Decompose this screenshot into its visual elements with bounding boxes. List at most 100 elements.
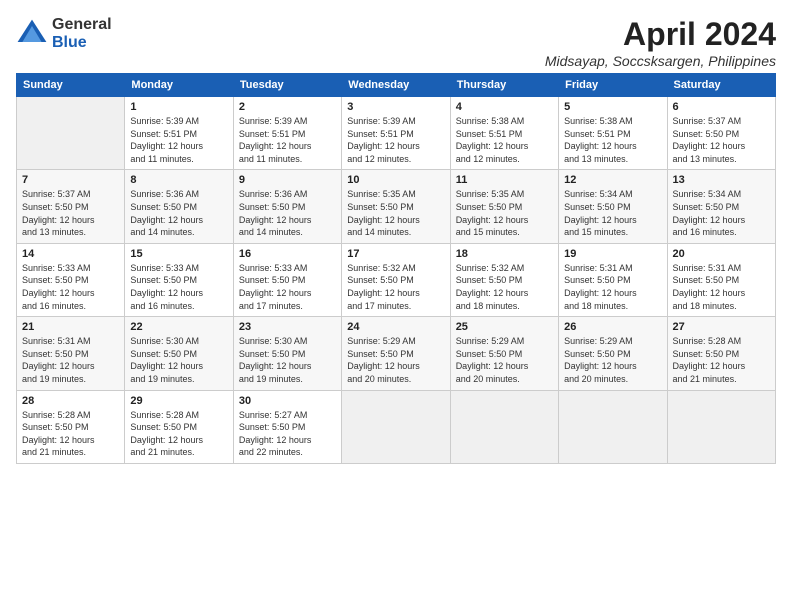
calendar-week-row: 14 Sunrise: 5:33 AM Sunset: 5:50 PM Dayli… [17,243,776,316]
logo-blue: Blue [52,34,112,52]
day-number: 12 [564,174,661,186]
day-number: 3 [347,101,444,113]
calendar-day-cell: 3 Sunrise: 5:39 AM Sunset: 5:51 PM Daylig… [342,97,450,170]
calendar-day-cell: 20 Sunrise: 5:31 AM Sunset: 5:50 PM Dayli… [667,243,775,316]
day-info: Sunrise: 5:39 AM Sunset: 5:51 PM Dayligh… [347,115,444,165]
day-number: 26 [564,321,661,333]
calendar-day-cell: 15 Sunrise: 5:33 AM Sunset: 5:50 PM Dayli… [125,243,233,316]
day-number: 13 [673,174,770,186]
calendar-day-cell [450,390,558,463]
day-info: Sunrise: 5:27 AM Sunset: 5:50 PM Dayligh… [239,409,336,459]
day-info: Sunrise: 5:28 AM Sunset: 5:50 PM Dayligh… [673,335,770,385]
logo-icon [16,18,48,50]
logo-text: General Blue [52,16,112,51]
day-number: 4 [456,101,553,113]
day-of-week-header: Friday [559,74,667,97]
calendar-day-cell: 21 Sunrise: 5:31 AM Sunset: 5:50 PM Dayli… [17,317,125,390]
day-info: Sunrise: 5:34 AM Sunset: 5:50 PM Dayligh… [673,188,770,238]
day-number: 5 [564,101,661,113]
day-info: Sunrise: 5:31 AM Sunset: 5:50 PM Dayligh… [673,262,770,312]
logo: General Blue [16,16,112,51]
calendar-day-cell: 1 Sunrise: 5:39 AM Sunset: 5:51 PM Daylig… [125,97,233,170]
day-number: 10 [347,174,444,186]
location: Midsayap, Soccsksargen, Philippines [545,53,776,69]
day-info: Sunrise: 5:31 AM Sunset: 5:50 PM Dayligh… [22,335,119,385]
day-number: 8 [130,174,227,186]
calendar-day-cell: 12 Sunrise: 5:34 AM Sunset: 5:50 PM Dayli… [559,170,667,243]
calendar-day-cell: 17 Sunrise: 5:32 AM Sunset: 5:50 PM Dayli… [342,243,450,316]
day-info: Sunrise: 5:39 AM Sunset: 5:51 PM Dayligh… [239,115,336,165]
day-number: 24 [347,321,444,333]
calendar-day-cell [342,390,450,463]
month-title: April 2024 [545,16,776,53]
calendar-day-cell: 29 Sunrise: 5:28 AM Sunset: 5:50 PM Dayli… [125,390,233,463]
day-info: Sunrise: 5:33 AM Sunset: 5:50 PM Dayligh… [239,262,336,312]
day-number: 19 [564,248,661,260]
day-info: Sunrise: 5:30 AM Sunset: 5:50 PM Dayligh… [239,335,336,385]
day-number: 16 [239,248,336,260]
day-number: 1 [130,101,227,113]
calendar-day-cell: 19Sunrise: 5:31 AM Sunset: 5:50 PM Dayli… [559,243,667,316]
day-info: Sunrise: 5:36 AM Sunset: 5:50 PM Dayligh… [130,188,227,238]
day-number: 14 [22,248,119,260]
day-number: 9 [239,174,336,186]
calendar-day-cell: 13 Sunrise: 5:34 AM Sunset: 5:50 PM Dayli… [667,170,775,243]
day-info: Sunrise: 5:39 AM Sunset: 5:51 PM Dayligh… [130,115,227,165]
calendar-day-cell: 14 Sunrise: 5:33 AM Sunset: 5:50 PM Dayli… [17,243,125,316]
day-info: Sunrise: 5:38 AM Sunset: 5:51 PM Dayligh… [456,115,553,165]
day-number: 21 [22,321,119,333]
day-number: 6 [673,101,770,113]
calendar-day-cell: 26Sunrise: 5:29 AM Sunset: 5:50 PM Dayli… [559,317,667,390]
day-of-week-header: Wednesday [342,74,450,97]
day-info: Sunrise: 5:37 AM Sunset: 5:50 PM Dayligh… [22,188,119,238]
logo-general: General [52,16,112,34]
calendar-header-row: SundayMondayTuesdayWednesdayThursdayFrid… [17,74,776,97]
day-number: 29 [130,395,227,407]
calendar-day-cell: 28Sunrise: 5:28 AM Sunset: 5:50 PM Dayli… [17,390,125,463]
day-info: Sunrise: 5:35 AM Sunset: 5:50 PM Dayligh… [347,188,444,238]
day-number: 30 [239,395,336,407]
calendar-table: SundayMondayTuesdayWednesdayThursdayFrid… [16,73,776,464]
day-number: 15 [130,248,227,260]
day-of-week-header: Thursday [450,74,558,97]
day-of-week-header: Monday [125,74,233,97]
calendar-day-cell [559,390,667,463]
page-header: General Blue April 2024 Midsayap, Soccsk… [16,16,776,69]
day-info: Sunrise: 5:30 AM Sunset: 5:50 PM Dayligh… [130,335,227,385]
day-info: Sunrise: 5:29 AM Sunset: 5:50 PM Dayligh… [456,335,553,385]
day-number: 20 [673,248,770,260]
day-number: 18 [456,248,553,260]
calendar-day-cell: 8 Sunrise: 5:36 AM Sunset: 5:50 PM Daylig… [125,170,233,243]
day-info: Sunrise: 5:32 AM Sunset: 5:50 PM Dayligh… [456,262,553,312]
calendar-week-row: 28Sunrise: 5:28 AM Sunset: 5:50 PM Dayli… [17,390,776,463]
day-info: Sunrise: 5:32 AM Sunset: 5:50 PM Dayligh… [347,262,444,312]
day-info: Sunrise: 5:33 AM Sunset: 5:50 PM Dayligh… [22,262,119,312]
day-of-week-header: Tuesday [233,74,341,97]
calendar-day-cell: 2Sunrise: 5:39 AM Sunset: 5:51 PM Daylig… [233,97,341,170]
day-info: Sunrise: 5:29 AM Sunset: 5:50 PM Dayligh… [347,335,444,385]
day-info: Sunrise: 5:34 AM Sunset: 5:50 PM Dayligh… [564,188,661,238]
day-of-week-header: Saturday [667,74,775,97]
day-info: Sunrise: 5:33 AM Sunset: 5:50 PM Dayligh… [130,262,227,312]
calendar-day-cell: 7Sunrise: 5:37 AM Sunset: 5:50 PM Daylig… [17,170,125,243]
day-of-week-header: Sunday [17,74,125,97]
day-number: 22 [130,321,227,333]
day-number: 17 [347,248,444,260]
calendar-day-cell: 10 Sunrise: 5:35 AM Sunset: 5:50 PM Dayli… [342,170,450,243]
calendar-day-cell: 30 Sunrise: 5:27 AM Sunset: 5:50 PM Dayli… [233,390,341,463]
calendar-day-cell: 27 Sunrise: 5:28 AM Sunset: 5:50 PM Dayli… [667,317,775,390]
calendar-week-row: 21 Sunrise: 5:31 AM Sunset: 5:50 PM Dayli… [17,317,776,390]
title-area: April 2024 Midsayap, Soccsksargen, Phili… [545,16,776,69]
day-info: Sunrise: 5:28 AM Sunset: 5:50 PM Dayligh… [130,409,227,459]
day-number: 25 [456,321,553,333]
calendar-day-cell: 16 Sunrise: 5:33 AM Sunset: 5:50 PM Dayli… [233,243,341,316]
calendar-day-cell: 5Sunrise: 5:38 AM Sunset: 5:51 PM Daylig… [559,97,667,170]
day-number: 27 [673,321,770,333]
calendar-day-cell: 6Sunrise: 5:37 AM Sunset: 5:50 PM Daylig… [667,97,775,170]
day-number: 11 [456,174,553,186]
calendar-day-cell: 25 Sunrise: 5:29 AM Sunset: 5:50 PM Dayli… [450,317,558,390]
day-info: Sunrise: 5:35 AM Sunset: 5:50 PM Dayligh… [456,188,553,238]
day-number: 23 [239,321,336,333]
calendar-day-cell: 4 Sunrise: 5:38 AM Sunset: 5:51 PM Daylig… [450,97,558,170]
calendar-day-cell: 24 Sunrise: 5:29 AM Sunset: 5:50 PM Dayli… [342,317,450,390]
